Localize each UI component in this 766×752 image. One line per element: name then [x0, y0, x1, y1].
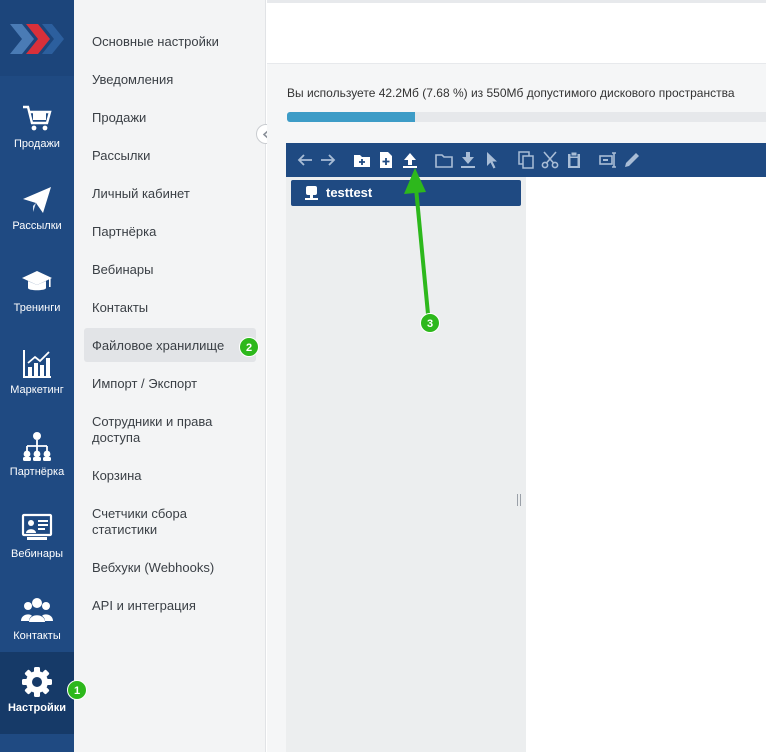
menu-item-sales[interactable]: Продажи	[84, 110, 256, 126]
storage-progress-bar	[287, 112, 766, 122]
sidebar-item-sales[interactable]: Продажи	[0, 88, 74, 170]
file-list	[526, 177, 766, 752]
presentation-icon	[21, 513, 53, 540]
menu-item-import-export[interactable]: Импорт / Экспорт	[84, 376, 256, 392]
top-header	[267, 0, 766, 64]
chart-icon	[23, 350, 51, 378]
menu-item-cabinet[interactable]: Личный кабинет	[84, 186, 256, 202]
copy-icon[interactable]	[517, 151, 535, 169]
new-folder-icon[interactable]	[353, 151, 371, 169]
tree-node-label: testtest	[326, 185, 373, 200]
menu-item-staff[interactable]: Сотрудники и права доступа	[84, 414, 234, 446]
users-icon	[21, 598, 53, 622]
logo[interactable]	[0, 0, 74, 76]
sidebar-item-label: Маркетинг	[10, 384, 64, 396]
forward-icon[interactable]	[319, 151, 337, 169]
menu-item-general[interactable]: Основные настройки	[84, 34, 256, 50]
back-icon[interactable]	[296, 151, 314, 169]
sidebar-item-label: Рассылки	[12, 220, 62, 232]
download-icon[interactable]	[459, 151, 477, 169]
main-sidebar: Продажи Рассылки Тренинги Маркетинг Парт…	[0, 0, 74, 752]
sidebar-item-marketing[interactable]: Маркетинг	[0, 334, 74, 416]
step-badge-1: 1	[67, 680, 87, 700]
folder-tree: testtest	[286, 177, 526, 752]
storage-usage-text: Вы используете 42.2Мб (7.68 %) из 550Мб …	[287, 86, 735, 100]
cut-icon[interactable]	[541, 151, 559, 169]
paste-icon[interactable]	[565, 151, 583, 169]
select-icon[interactable]	[483, 151, 501, 169]
rename-icon[interactable]	[599, 151, 617, 169]
sidebar-item-label: Контакты	[13, 630, 61, 642]
menu-item-contacts[interactable]: Контакты	[84, 300, 256, 316]
upload-icon[interactable]	[401, 151, 419, 169]
sidebar-item-contacts[interactable]: Контакты	[0, 580, 74, 662]
menu-item-api[interactable]: API и интеграция	[84, 598, 256, 614]
edit-icon[interactable]	[623, 151, 641, 169]
menu-item-webinars[interactable]: Вебинары	[84, 262, 256, 278]
menu-item-notifications[interactable]: Уведомления	[84, 72, 256, 88]
step-badge-3: 3	[420, 313, 440, 333]
menu-item-webhooks[interactable]: Вебхуки (Webhooks)	[84, 560, 256, 576]
menu-item-trash[interactable]: Корзина	[84, 468, 256, 484]
step-badge-2: 2	[239, 337, 259, 357]
sidebar-item-partner[interactable]: Партнёрка	[0, 416, 74, 498]
gear-icon	[22, 667, 52, 697]
tree-node-root[interactable]: testtest	[291, 180, 521, 206]
logo-chevrons-icon	[10, 24, 64, 54]
sidebar-item-mailings[interactable]: Рассылки	[0, 170, 74, 252]
menu-item-mailings[interactable]: Рассылки	[84, 148, 256, 164]
new-file-icon[interactable]	[377, 151, 395, 169]
menu-item-file-storage[interactable]: Файловое хранилище	[84, 328, 256, 362]
file-manager: testtest	[286, 143, 766, 752]
settings-menu: Основные настройки Уведомления Продажи Р…	[74, 0, 266, 752]
sidebar-item-label: Тренинги	[13, 302, 61, 314]
menu-item-counters[interactable]: Счетчики сбора статистики	[84, 506, 214, 538]
paper-plane-icon	[23, 187, 51, 213]
sidebar-item-label: Вебинары	[11, 548, 63, 560]
sidebar-item-label: Продажи	[14, 138, 60, 150]
folder-open-icon[interactable]	[435, 151, 453, 169]
cart-icon	[23, 105, 52, 131]
file-manager-toolbar	[286, 143, 766, 177]
sidebar-item-trainings[interactable]: Тренинги	[0, 252, 74, 334]
menu-item-partner[interactable]: Партнёрка	[84, 224, 256, 240]
storage-progress-fill	[287, 112, 415, 122]
graduation-cap-icon	[22, 271, 52, 291]
sidebar-item-label: Партнёрка	[9, 466, 65, 478]
splitter-handle[interactable]	[517, 494, 521, 506]
network-icon	[23, 432, 51, 461]
sidebar-item-settings[interactable]: Настройки	[0, 652, 74, 734]
sidebar-item-label: Настройки	[7, 702, 67, 714]
sidebar-item-webinars[interactable]: Вебинары	[0, 498, 74, 580]
drive-icon	[305, 186, 318, 200]
